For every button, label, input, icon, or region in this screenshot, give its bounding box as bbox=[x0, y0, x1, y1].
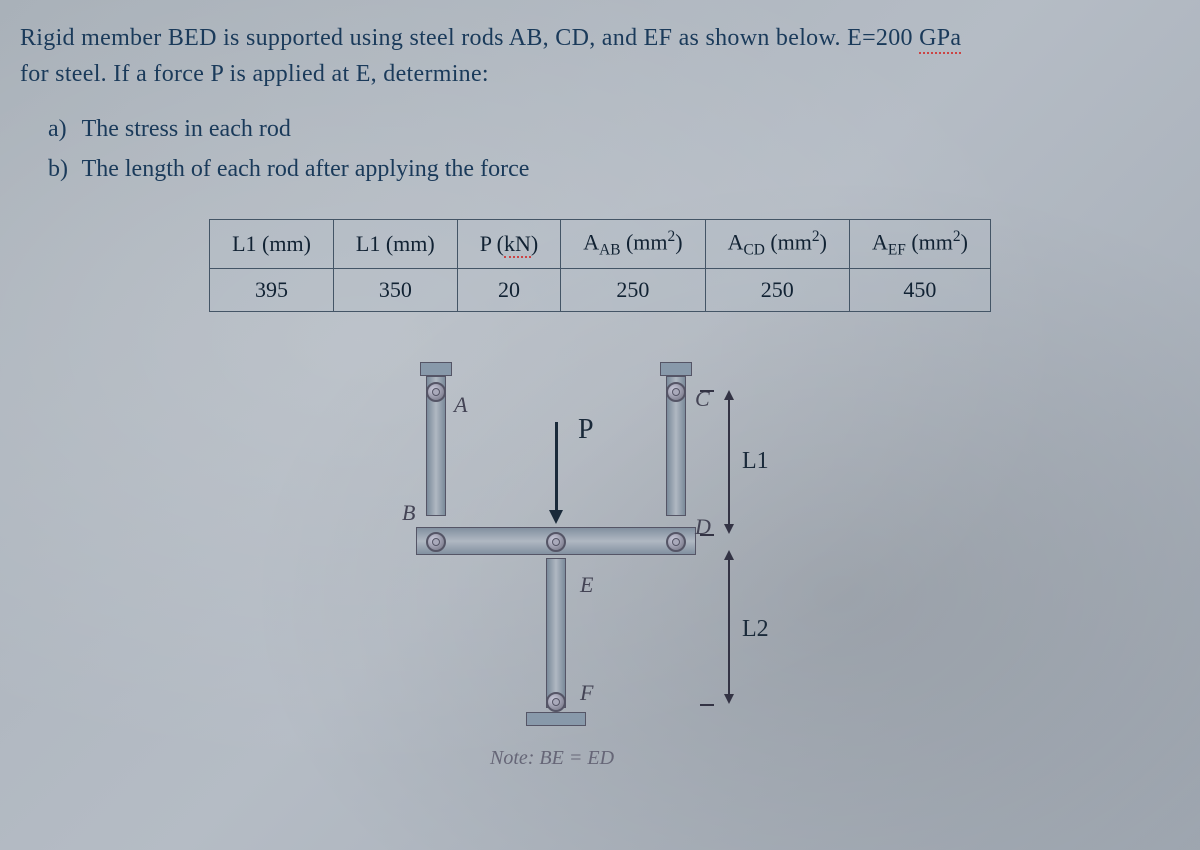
task-b-text: The length of each rod after applying th… bbox=[82, 156, 530, 182]
label-E: E bbox=[580, 572, 593, 598]
rod-EF bbox=[546, 558, 566, 708]
label-A: A bbox=[454, 392, 467, 418]
force-P-shaft bbox=[555, 422, 558, 512]
dim-L2-arrow-up bbox=[724, 550, 734, 560]
diagram-note: Note: BE = ED bbox=[490, 747, 614, 770]
structural-diagram: A C B D E F P L1 L2 Note: BE = ED bbox=[380, 362, 820, 782]
task-a: a) The stress in each rod bbox=[48, 110, 1180, 148]
task-b: b) The length of each rod after applying… bbox=[48, 150, 1180, 188]
value-P: 20 bbox=[457, 268, 560, 311]
pin-D bbox=[666, 532, 686, 552]
dim-L1-line bbox=[728, 392, 730, 532]
pin-F bbox=[546, 692, 566, 712]
label-L2: L2 bbox=[742, 616, 769, 643]
dim-L1-arrow-down bbox=[724, 524, 734, 534]
label-B: B bbox=[402, 500, 415, 526]
value-AEF: 450 bbox=[849, 268, 990, 311]
header-L1: L1 (mm) bbox=[210, 219, 334, 268]
header-ACD: ACD (mm2) bbox=[705, 219, 849, 268]
pin-E-top bbox=[546, 532, 566, 552]
value-AAB: 250 bbox=[561, 268, 705, 311]
pin-A bbox=[426, 382, 446, 402]
value-L1b: 350 bbox=[333, 268, 457, 311]
force-P-head bbox=[549, 510, 563, 524]
dim-L2-line bbox=[728, 552, 730, 702]
pin-B bbox=[426, 532, 446, 552]
dim-L1-tick-bot bbox=[700, 534, 714, 536]
table-header-row: L1 (mm) L1 (mm) P (kN) AAB (mm2) ACD (mm… bbox=[210, 219, 991, 268]
dim-L2-arrow-down bbox=[724, 694, 734, 704]
dim-L1-arrow-up bbox=[724, 390, 734, 400]
task-b-label: b) bbox=[48, 150, 76, 188]
gpa-text: GPa bbox=[919, 25, 961, 54]
label-L1: L1 bbox=[742, 448, 769, 475]
data-table: L1 (mm) L1 (mm) P (kN) AAB (mm2) ACD (mm… bbox=[209, 219, 991, 312]
problem-statement: Rigid member BED is supported using stee… bbox=[20, 20, 1180, 92]
dim-L1-tick-top bbox=[700, 390, 714, 392]
task-a-text: The stress in each rod bbox=[82, 116, 291, 142]
header-P: P (kN) bbox=[457, 219, 560, 268]
label-F: F bbox=[580, 680, 593, 706]
pin-C-top bbox=[660, 362, 692, 376]
header-AAB: AAB (mm2) bbox=[561, 219, 705, 268]
value-L1: 395 bbox=[210, 268, 334, 311]
problem-line1: Rigid member BED is supported using stee… bbox=[20, 25, 919, 51]
dim-L2-tick-bot bbox=[700, 704, 714, 706]
pin-A-top bbox=[420, 362, 452, 376]
task-a-label: a) bbox=[48, 110, 76, 148]
pin-F-base bbox=[526, 712, 586, 726]
table-data-row: 395 350 20 250 250 450 bbox=[210, 268, 991, 311]
task-list: a) The stress in each rod b) The length … bbox=[48, 110, 1180, 189]
label-P: P bbox=[578, 414, 594, 446]
header-L1b: L1 (mm) bbox=[333, 219, 457, 268]
problem-line2: for steel. If a force P is applied at E,… bbox=[20, 61, 489, 87]
label-D: D bbox=[695, 514, 711, 540]
pin-C bbox=[666, 382, 686, 402]
value-ACD: 250 bbox=[705, 268, 849, 311]
header-AEF: AEF (mm2) bbox=[849, 219, 990, 268]
